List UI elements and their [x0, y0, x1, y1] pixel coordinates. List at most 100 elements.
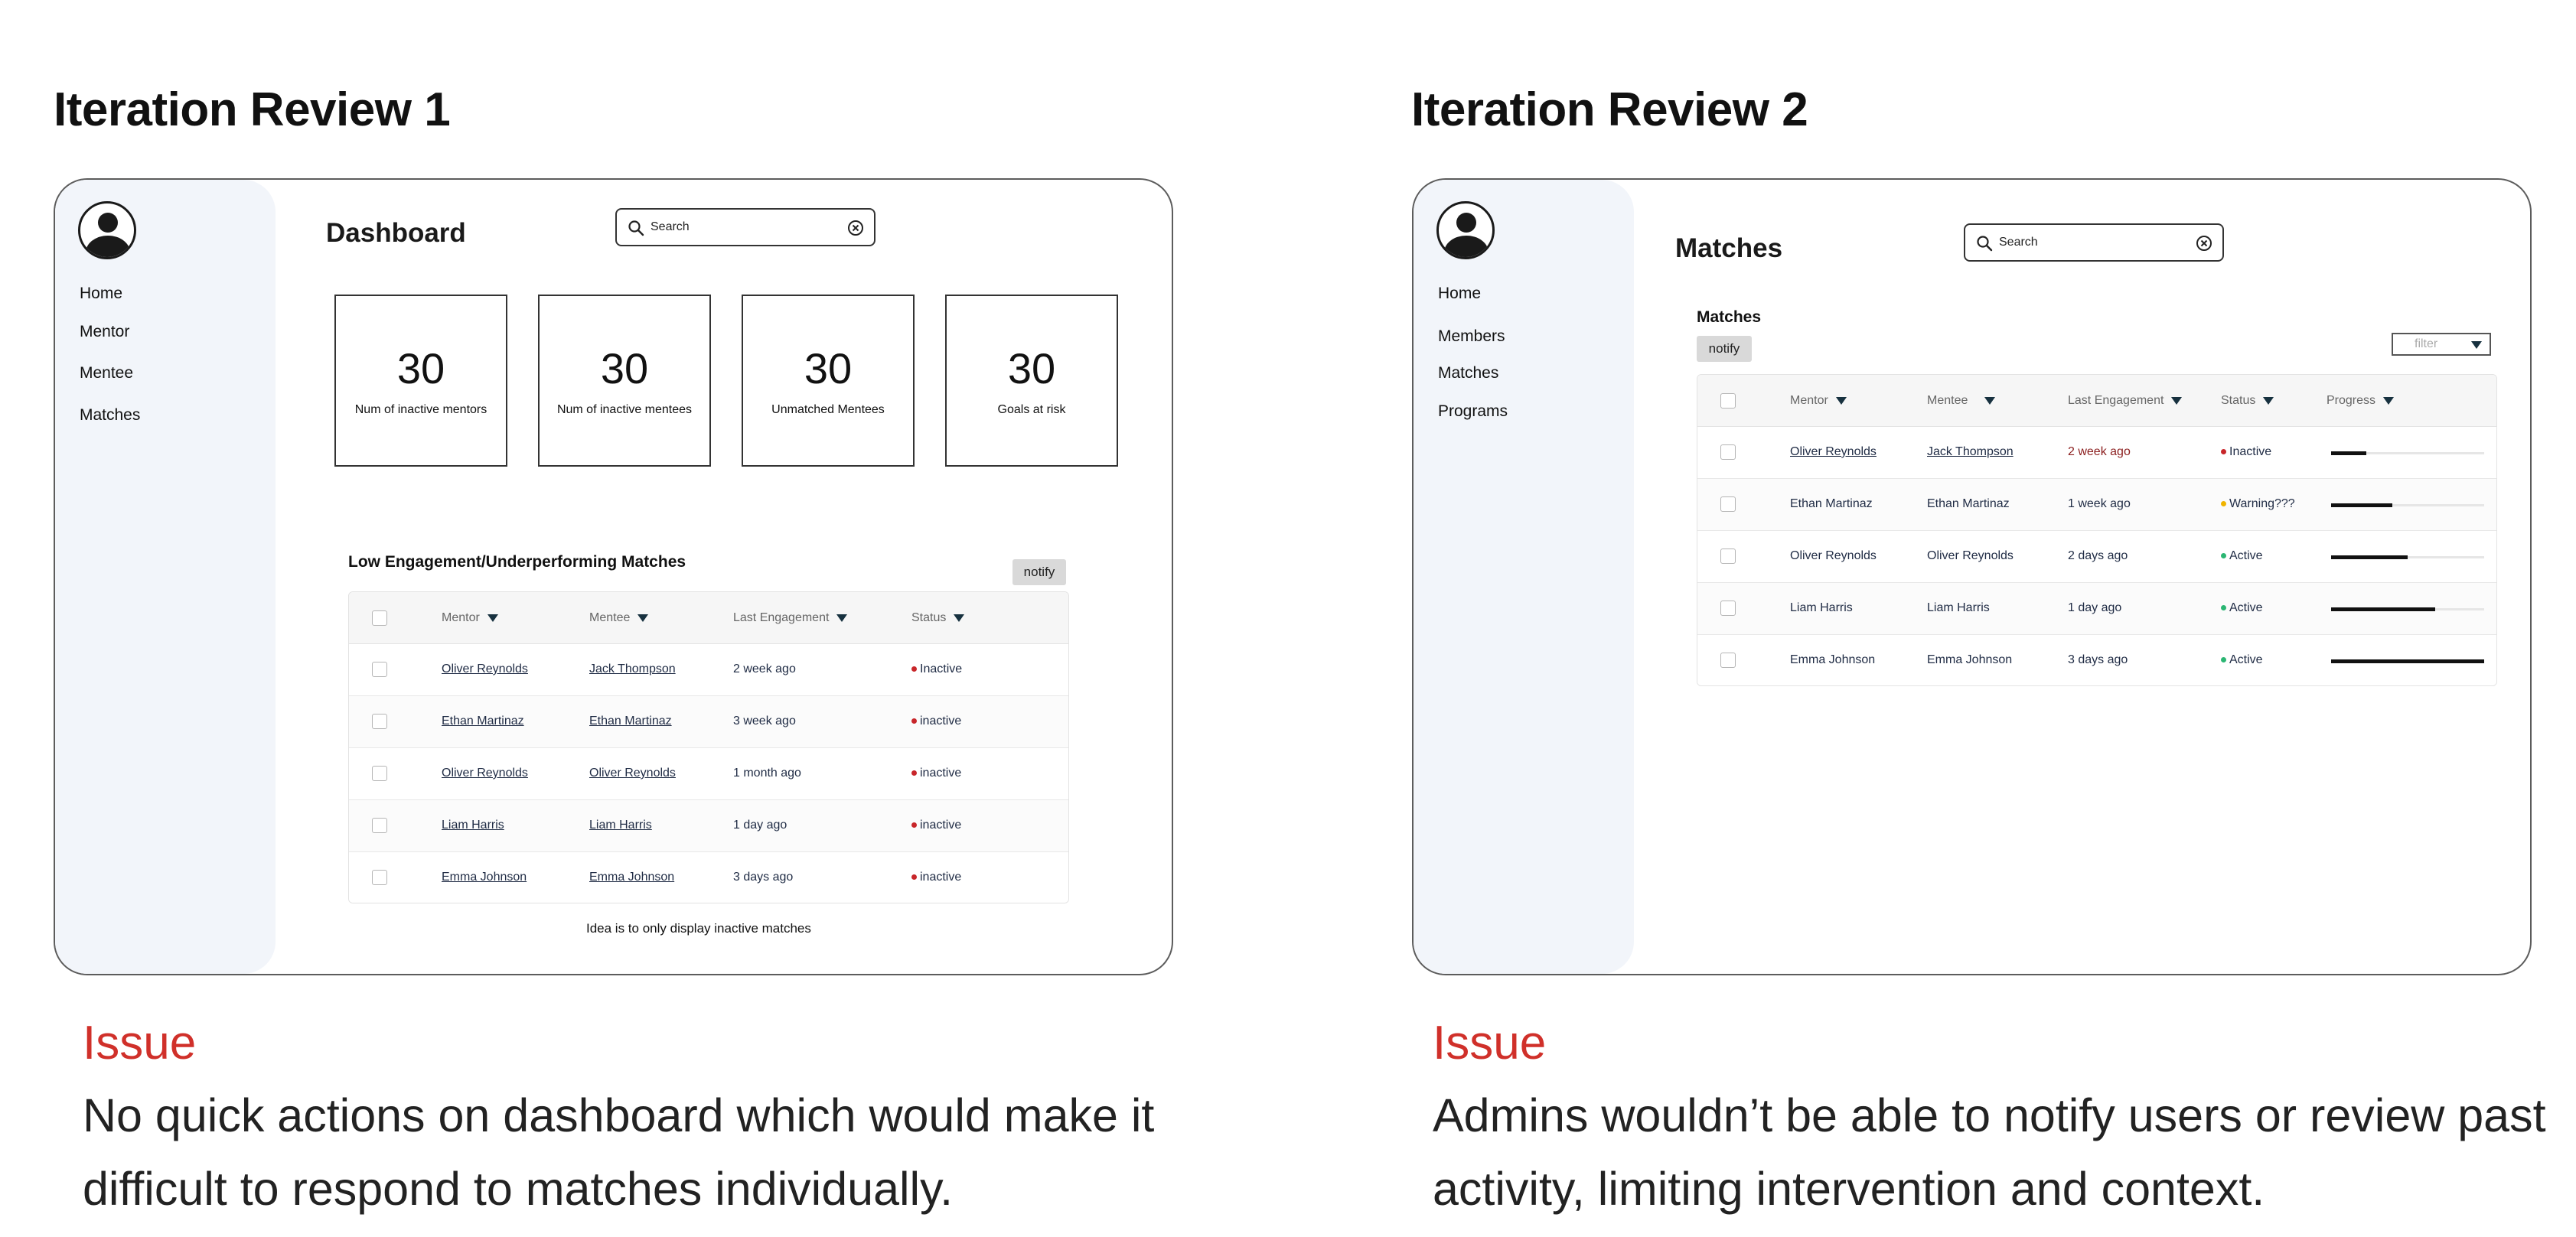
- col-mentor[interactable]: Mentor: [1790, 394, 1847, 408]
- sort-arrow-icon: [2171, 396, 2183, 405]
- sort-arrow-icon: [2383, 396, 2395, 405]
- status-badge: inactive: [911, 819, 961, 832]
- col-mentee[interactable]: Mentee: [589, 611, 649, 625]
- mentor-name[interactable]: Oliver Reynolds: [1790, 549, 1877, 563]
- row-checkbox[interactable]: [372, 766, 387, 781]
- stat-card-unmatched-mentees[interactable]: 30 Unmatched Mentees: [742, 295, 915, 467]
- select-all-checkbox[interactable]: [372, 610, 387, 626]
- user-avatar-icon[interactable]: [1436, 201, 1495, 259]
- search-input[interactable]: Search: [1964, 223, 2224, 262]
- right-issue-text: Admins wouldn’t be able to notify users …: [1433, 1089, 2546, 1215]
- filter-label: filter: [2415, 337, 2438, 350]
- sort-arrow-icon: [836, 614, 848, 622]
- last-engagement: 3 days ago: [733, 871, 794, 884]
- left-issue-heading: Issue: [83, 1017, 197, 1069]
- mentee-link[interactable]: Liam Harris: [589, 819, 652, 832]
- mentee-link[interactable]: Oliver Reynolds: [589, 767, 676, 780]
- col-mentee[interactable]: Mentee: [1927, 394, 1996, 408]
- table-row[interactable]: Oliver Reynolds Oliver Reynolds 1 month …: [349, 748, 1068, 800]
- nav-members[interactable]: Members: [1438, 327, 1505, 346]
- clear-icon[interactable]: [846, 219, 865, 237]
- table-row[interactable]: Liam Harris Liam Harris 1 day ago Active: [1697, 583, 2496, 635]
- last-engagement: 2 week ago: [733, 662, 796, 675]
- mentor-link[interactable]: Oliver Reynolds: [442, 662, 528, 676]
- mentee-name[interactable]: Emma Johnson: [1927, 653, 2012, 667]
- nav-home[interactable]: Home: [1438, 285, 1481, 303]
- table-row[interactable]: Oliver Reynolds Jack Thompson 2 week ago…: [1697, 427, 2496, 479]
- mentee-link[interactable]: Jack Thompson: [1927, 445, 2014, 459]
- mentee-link[interactable]: Emma Johnson: [589, 871, 674, 884]
- row-checkbox[interactable]: [372, 818, 387, 833]
- table-row[interactable]: Ethan Martinaz Ethan Martinaz 1 week ago…: [1697, 479, 2496, 531]
- right-heading: Iteration Review 2: [1411, 83, 1808, 136]
- row-checkbox[interactable]: [1720, 601, 1736, 616]
- mentor-link[interactable]: Emma Johnson: [442, 871, 527, 884]
- table-row[interactable]: Oliver Reynolds Jack Thompson 2 week ago…: [349, 644, 1068, 696]
- progress-bar: [2331, 659, 2484, 663]
- row-checkbox[interactable]: [1720, 444, 1736, 460]
- mentee-name[interactable]: Oliver Reynolds: [1927, 549, 2014, 563]
- col-last-engagement[interactable]: Last Engagement: [2068, 394, 2183, 408]
- mentee-link[interactable]: Ethan Martinaz: [589, 715, 672, 728]
- mentee-link[interactable]: Jack Thompson: [589, 662, 676, 676]
- sidebar: Home Mentor Mentee Matches: [55, 180, 276, 974]
- stat-card-inactive-mentees[interactable]: 30 Num of inactive mentees: [538, 295, 711, 467]
- notify-button[interactable]: notify: [1697, 336, 1752, 362]
- row-checkbox[interactable]: [1720, 549, 1736, 564]
- mentor-name[interactable]: Ethan Martinaz: [1790, 497, 1873, 511]
- mentee-name[interactable]: Liam Harris: [1927, 601, 1990, 615]
- row-checkbox[interactable]: [372, 870, 387, 885]
- table-row[interactable]: Emma Johnson Emma Johnson 3 days ago Act…: [1697, 635, 2496, 685]
- filter-dropdown[interactable]: filter: [2392, 333, 2491, 356]
- stat-label: Num of inactive mentors: [354, 403, 487, 416]
- row-checkbox[interactable]: [1720, 653, 1736, 668]
- row-checkbox[interactable]: [1720, 496, 1736, 512]
- col-last-engagement[interactable]: Last Engagement: [733, 611, 848, 625]
- row-checkbox[interactable]: [372, 662, 387, 677]
- stat-label: Goals at risk: [997, 403, 1066, 416]
- mentee-name[interactable]: Ethan Martinaz: [1927, 497, 2010, 511]
- status-badge: Active: [2221, 549, 2263, 563]
- col-status[interactable]: Status: [911, 611, 965, 625]
- user-avatar-icon[interactable]: [78, 201, 136, 259]
- nav-programs[interactable]: Programs: [1438, 402, 1508, 421]
- page-title: Matches: [1675, 233, 1783, 263]
- mentor-name[interactable]: Liam Harris: [1790, 601, 1853, 615]
- last-engagement: 1 week ago: [2068, 497, 2131, 510]
- status-dot-icon: [911, 718, 917, 724]
- clear-icon[interactable]: [2195, 234, 2213, 252]
- table-row[interactable]: Oliver Reynolds Oliver Reynolds 2 days a…: [1697, 531, 2496, 583]
- col-progress[interactable]: Progress: [2327, 394, 2395, 408]
- section-title: Matches: [1697, 308, 1762, 326]
- left-heading: Iteration Review 1: [54, 83, 451, 136]
- row-checkbox[interactable]: [372, 714, 387, 729]
- col-status[interactable]: Status: [2221, 394, 2274, 408]
- nav-home[interactable]: Home: [80, 285, 122, 303]
- search-placeholder: Search: [651, 220, 690, 233]
- table-row[interactable]: Ethan Martinaz Ethan Martinaz 3 week ago…: [349, 696, 1068, 748]
- notify-button[interactable]: notify: [1012, 559, 1066, 585]
- mentor-link[interactable]: Oliver Reynolds: [442, 767, 528, 780]
- select-all-checkbox[interactable]: [1720, 393, 1736, 409]
- nav-matches[interactable]: Matches: [1438, 364, 1498, 382]
- table-row[interactable]: Liam Harris Liam Harris 1 day ago inacti…: [349, 800, 1068, 852]
- left-issue-text: No quick actions on dashboard which woul…: [83, 1089, 1155, 1215]
- mentor-link[interactable]: Oliver Reynolds: [1790, 445, 1877, 459]
- progress-bar: [2331, 607, 2484, 611]
- mentor-link[interactable]: Liam Harris: [442, 819, 504, 832]
- status-dot-icon: [911, 874, 917, 881]
- mentor-link[interactable]: Ethan Martinaz: [442, 715, 524, 728]
- sort-arrow-icon: [2263, 396, 2274, 405]
- nav-mentee[interactable]: Mentee: [80, 364, 133, 382]
- status-badge: Inactive: [2221, 445, 2271, 459]
- stat-card-inactive-mentors[interactable]: 30 Num of inactive mentors: [334, 295, 507, 467]
- table-row[interactable]: Emma Johnson Emma Johnson 3 days ago ina…: [349, 852, 1068, 903]
- stat-card-goals-at-risk[interactable]: 30 Goals at risk: [945, 295, 1118, 467]
- mentor-name[interactable]: Emma Johnson: [1790, 653, 1875, 667]
- col-mentor[interactable]: Mentor: [442, 611, 498, 625]
- last-engagement: 1 day ago: [733, 819, 787, 832]
- nav-matches[interactable]: Matches: [80, 406, 140, 425]
- nav-mentor[interactable]: Mentor: [80, 323, 129, 341]
- search-input[interactable]: Search: [615, 208, 876, 246]
- sort-arrow-icon: [1835, 396, 1847, 405]
